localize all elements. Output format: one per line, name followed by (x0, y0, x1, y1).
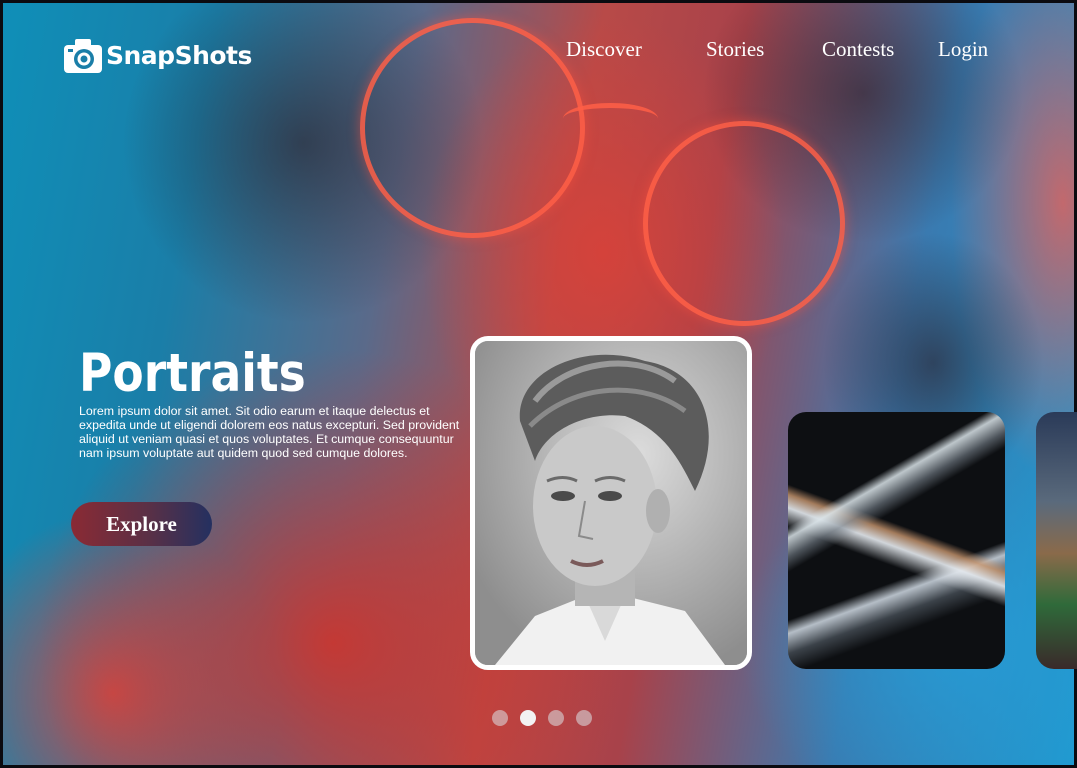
brand-logo[interactable]: SnapShots (63, 36, 252, 74)
explore-button[interactable]: Explore (71, 502, 212, 546)
nav-stories[interactable]: Stories (706, 37, 764, 62)
carousel-dot-3[interactable] (548, 710, 564, 726)
carousel-dot-4[interactable] (576, 710, 592, 726)
carousel-dot-1[interactable] (492, 710, 508, 726)
nav-discover[interactable]: Discover (566, 37, 642, 62)
nav-login[interactable]: Login (938, 37, 988, 62)
camera-icon (64, 39, 102, 73)
hero-title: Portraits (79, 343, 306, 404)
nav-contests[interactable]: Contests (822, 37, 894, 62)
hero-description: Lorem ipsum dolor sit amet. Sit odio ear… (79, 404, 460, 460)
carousel-pagination (492, 710, 592, 726)
brand-name: SnapShots (106, 40, 252, 70)
glasses-right-lens (643, 121, 845, 326)
carousel-card-abstract[interactable] (788, 412, 1005, 669)
glasses-left-lens (360, 18, 585, 238)
carousel-card-stadium[interactable] (1036, 412, 1077, 669)
glasses-bridge (563, 103, 658, 134)
carousel-dot-2[interactable] (520, 710, 536, 726)
carousel-card-portrait[interactable] (470, 336, 752, 670)
portrait-image (475, 341, 747, 665)
